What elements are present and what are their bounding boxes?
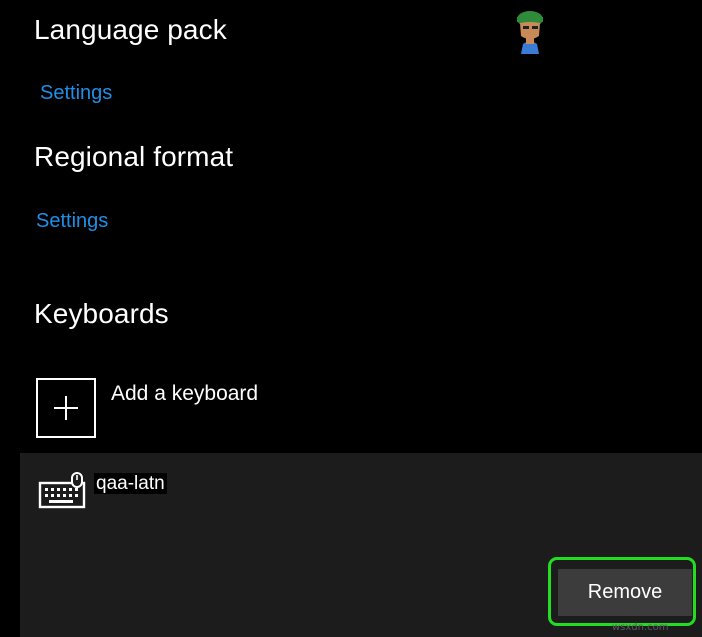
keyboards-title: Keyboards (34, 298, 169, 329)
watermark-text: wsxdn.com (612, 622, 669, 633)
regional-format-settings-link[interactable]: Settings (36, 211, 108, 231)
keyboard-name: qaa-latn (94, 473, 167, 494)
language-pack-settings-link[interactable]: Settings (40, 83, 112, 103)
add-keyboard-label: Add a keyboard (111, 382, 259, 405)
remove-button[interactable]: Remove (558, 569, 692, 616)
appuals-mascot-logo-icon (517, 11, 543, 54)
regional-format-title: Regional format (34, 141, 234, 172)
add-keyboard-button[interactable]: Add a keyboard (36, 378, 258, 438)
plus-icon (36, 378, 96, 438)
language-pack-title: Language pack (34, 14, 227, 45)
keyboard-icon (38, 472, 86, 509)
